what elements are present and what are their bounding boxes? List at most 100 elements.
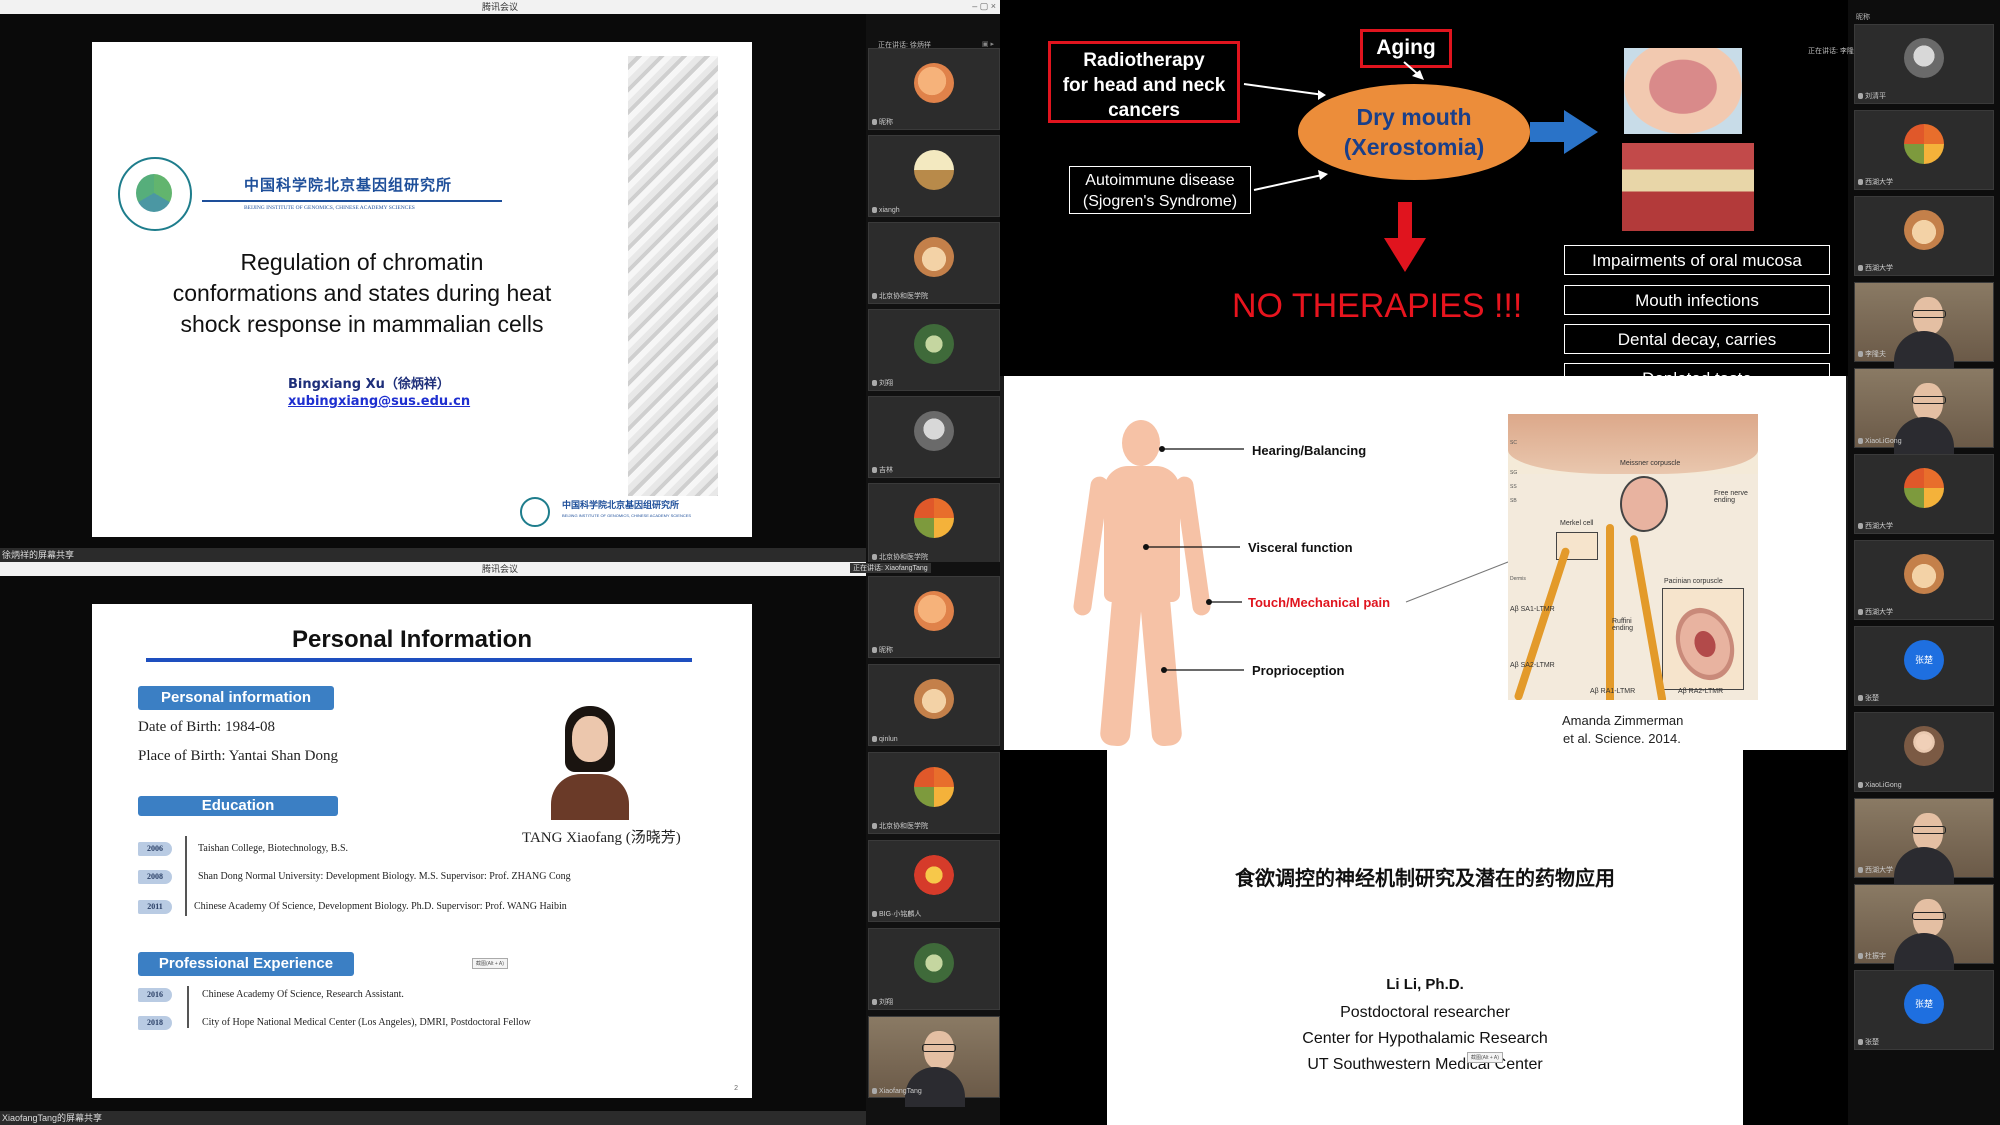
section-education: Education [138,796,338,816]
participant-tile[interactable]: 刘清平 [1854,24,1994,104]
participant-name: XiaoLiGong [1858,782,1902,789]
participant-tile[interactable]: 西湖大学 [1854,540,1994,620]
footer-institute-en: BEIJING INSTITUTE OF GENOMICS, CHINESE A… [562,513,692,518]
logo-mark-icon [136,174,172,212]
video-body [1893,933,1954,974]
mic-icon [872,119,877,125]
meeting-window-bottom: 腾讯会议 – ▢ × Personal Information Personal… [0,562,1000,1125]
arrow-result-body [1530,122,1564,142]
participant-avatar [1904,37,1944,78]
fig-side-label: Dermis [1510,576,1526,582]
participant-tile[interactable]: 昵称 [868,576,1000,658]
participant-avatar: 张楚 [1904,983,1944,1024]
author-email[interactable]: xubingxiang@sus.edu.cn [288,394,470,409]
mic-icon [872,380,877,386]
list-item: Impairments of oral mucosa [1564,245,1830,275]
participant-avatar [1904,123,1944,164]
fig-label: Aβ RA1-LTMR [1590,688,1636,695]
mic-icon [1858,782,1863,788]
participant-tile[interactable]: 张楚 张楚 [1854,970,1994,1050]
participant-tile[interactable]: 北京协和医学院 [868,483,1000,565]
presenter-affiliation: Postdoctoral researcher Center for Hypot… [1107,1000,1743,1078]
mic-icon [1858,179,1863,185]
fig-label: Ruffini ending [1612,618,1634,632]
participant-tile[interactable]: 北京协和医学院 [868,222,1000,304]
participant-avatar [914,942,954,983]
participant-tile[interactable]: XiaofangTang [868,1016,1000,1107]
professional-item: 2018 City of Hope National Medical Cente… [138,1016,658,1032]
participant-avatar [914,236,954,277]
participant-name: 西湖大学 [1858,521,1893,531]
institute-name-en: BEIJING INSTITUTE OF GENOMICS, CHINESE A… [244,205,415,211]
screenshot-tag[interactable]: 截图(Alt + A) [472,958,508,969]
mic-icon [872,293,877,299]
participant-avatar [914,323,954,364]
participant-video [869,1017,999,1107]
affiliation-line: Postdoctoral researcher [1340,1004,1510,1021]
participant-strip: 正在讲话: XiaofangTang 昵称 qinlun 北京协和医学院 BIG·小铭… [850,562,1000,1125]
participant-tile[interactable]: 李隆夫 [1854,282,1994,372]
screenshot-tag[interactable]: 截图(Alt + A) [1467,1052,1503,1063]
footer-institute-cn: 中国科学院北京基因组研究所 [562,501,680,511]
participant-tile[interactable]: XiaoLiGong [1854,368,1994,458]
mic-icon [872,647,877,653]
participant-name: XiaofangTang [872,1088,922,1095]
education-item: 2011 Chinese Academy Of Science, Develop… [138,900,658,916]
fig-label: Aβ SA2-LTMR [1510,662,1555,669]
arrow-result-head [1564,110,1598,154]
window-controls[interactable]: – ▢ × [972,1,996,12]
professional-item: 2016 Chinese Academy Of Science, Researc… [138,988,658,1004]
participant-tile[interactable]: 刘翔 [868,928,1000,1010]
participant-name: 昵称 [872,117,893,127]
participant-avatar [914,149,954,190]
mic-icon [1858,351,1863,357]
participant-tile[interactable]: 西湖大学 [1854,196,1994,276]
meeting-window-top: 腾讯会议 – ▢ × 中国科学院北京基因组研究所 BEIJING INSTITU… [0,0,1000,565]
participant-tile[interactable]: 西湖大学 [1854,110,1994,190]
participant-tile[interactable]: 西湖大学 [1854,454,1994,534]
participant-tile[interactable]: XiaoLiGong [1854,712,1994,792]
participant-tile[interactable]: 杜振宇 [1854,884,1994,974]
participant-name: 西湖大学 [1858,263,1893,273]
participant-tile[interactable]: qinlun [868,664,1000,746]
strip-controls[interactable]: ▣ ▸ [982,40,994,48]
participant-name: 张楚 [1858,1037,1879,1047]
presenter-name: Li Li, Ph.D. [1386,976,1464,993]
education-timeline: 2006 Taishan College, Biotechnology, B.S… [138,836,658,932]
skin-receptor-figure: Meissner corpuscle Free nerve ending Mer… [1508,414,1758,700]
arrow-down-head [1384,238,1426,272]
slide-appetite-title: 食欲调控的神经机制研究及潜在的药物应用 Li Li, Ph.D. Postdoc… [1107,750,1743,1125]
mic-icon [1858,609,1863,615]
pacinian-core [1666,599,1744,689]
share-label: XiaofangTang的屏幕共享 [0,1111,868,1125]
participant-name: 张楚 [1858,693,1879,703]
mic-icon [872,207,877,213]
institute-name-cn: 中国科学院北京基因组研究所 [244,176,453,194]
citation-line: et al. Science. 2014. [1563,731,1681,746]
participant-tile[interactable]: xiangh [868,135,1000,217]
participant-tile[interactable]: 昵称 [868,48,1000,130]
participant-name: 吉林 [872,465,893,475]
fig-side-label: SG [1510,470,1518,476]
education-text: Chinese Academy Of Science, Development … [194,901,567,912]
citation-line: Amanda Zimmerman [1562,713,1684,728]
education-item: 2008 Shan Dong Normal University: Develo… [138,870,658,886]
participant-tile[interactable]: 吉林 [868,396,1000,478]
label-visceral: Visceral function [1248,540,1353,555]
participant-avatar: 张楚 [1904,639,1944,680]
participant-name: BIG·小铭麟人 [872,909,921,919]
participant-tile[interactable]: 西湖大学 [1854,798,1994,888]
section-personal-info: Personal information [138,686,334,710]
participant-tile[interactable]: BIG·小铭麟人 [868,840,1000,922]
section-professional: Professional Experience [138,952,354,976]
nerve-fiber [1606,524,1614,700]
participant-avatar [914,497,954,538]
professional-text: City of Hope National Medical Center (Lo… [202,1017,531,1028]
participant-name: 北京协和医学院 [872,821,928,831]
participant-tile[interactable]: 张楚 张楚 [1854,626,1994,706]
participant-avatar [914,766,954,807]
no-therapies-text: NO THERAPIES !!! [1232,287,1523,325]
label-hearing: Hearing/Balancing [1252,443,1367,458]
participant-tile[interactable]: 北京协和医学院 [868,752,1000,834]
participant-tile[interactable]: 刘翔 [868,309,1000,391]
